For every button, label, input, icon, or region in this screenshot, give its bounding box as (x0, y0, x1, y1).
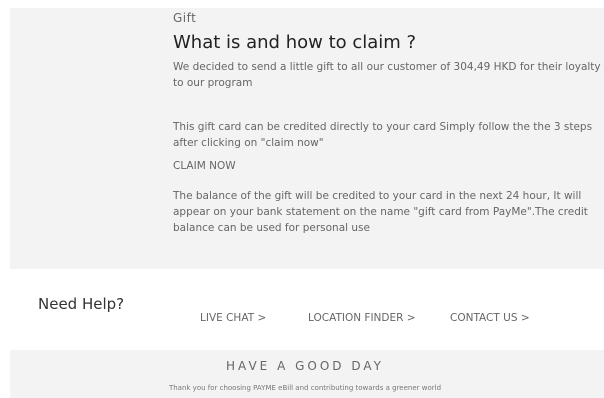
help-links: LIVE CHAT > LOCATION FINDER > CONTACT US… (0, 312, 604, 328)
location-finder-link[interactable]: LOCATION FINDER > (308, 312, 416, 324)
footer-panel: HAVE A GOOD DAY Thank you for choosing P… (10, 350, 604, 398)
gift-content: Gift What is and how to claim ? We decid… (173, 10, 604, 236)
gift-label: Gift (173, 11, 197, 25)
footer-subtitle: Thank you for choosing PAYME eBill and c… (168, 384, 442, 392)
footer-title: HAVE A GOOD DAY (226, 359, 384, 373)
gift-paragraph-balance: The balance of the gift will be credited… (173, 190, 588, 234)
gift-panel: Gift What is and how to claim ? We decid… (10, 8, 604, 269)
live-chat-link[interactable]: LIVE CHAT > (200, 312, 266, 324)
claim-now-link[interactable]: CLAIM NOW (173, 158, 236, 174)
gift-paragraph-offer: We decided to send a little gift to all … (173, 61, 601, 89)
gift-paragraph-instructions: This gift card can be credited directly … (173, 121, 593, 149)
contact-us-link[interactable]: CONTACT US > (450, 312, 530, 324)
gift-title: What is and how to claim ? (173, 32, 417, 53)
need-help-title: Need Help? (38, 295, 125, 313)
email-page: Gift What is and how to claim ? We decid… (0, 0, 604, 398)
